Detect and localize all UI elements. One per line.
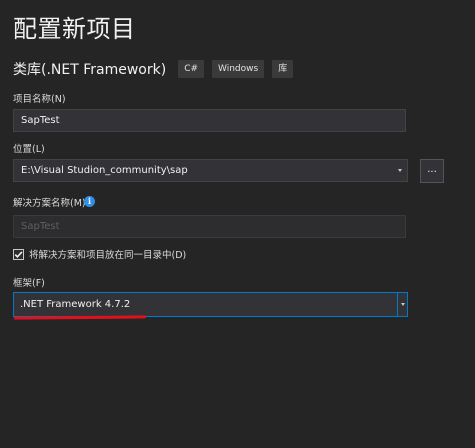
browse-button[interactable]: ...: [420, 159, 444, 183]
configure-project-dialog: 配置新项目 类库(.NET Framework) C# Windows 库 项目…: [0, 0, 475, 448]
tag-platform: Windows: [212, 60, 265, 78]
info-icon[interactable]: i: [84, 196, 95, 207]
tag-project-type: 库: [272, 60, 294, 78]
project-name-input[interactable]: SapTest: [13, 109, 406, 132]
template-info-row: 类库(.NET Framework) C# Windows 库: [13, 59, 294, 79]
same-directory-option[interactable]: 将解决方案和项目放在同一目录中(D): [13, 247, 186, 261]
solution-name-label: 解决方案名称(M): [13, 198, 86, 209]
chevron-down-icon[interactable]: [397, 293, 407, 316]
project-name-label: 项目名称(N): [13, 94, 66, 105]
location-label: 位置(L): [13, 144, 45, 155]
tag-language: C#: [178, 60, 205, 78]
same-directory-checkbox[interactable]: [13, 248, 24, 260]
same-directory-label: 将解决方案和项目放在同一目录中(D): [29, 250, 187, 261]
framework-label: 框架(F): [13, 278, 45, 289]
framework-value: .NET Framework 4.7.2: [20, 299, 131, 310]
page-title: 配置新项目: [13, 15, 136, 43]
framework-combobox[interactable]: .NET Framework 4.7.2: [13, 292, 408, 317]
chevron-down-icon[interactable]: [396, 160, 404, 181]
template-name: 类库(.NET Framework): [13, 62, 167, 78]
annotation-underline: [14, 315, 146, 320]
checkmark-icon: [14, 250, 23, 258]
location-value: E:\Visual Studion_community\sap: [21, 165, 188, 176]
solution-name-input: SapTest: [13, 215, 406, 238]
location-combobox[interactable]: E:\Visual Studion_community\sap: [13, 159, 408, 182]
